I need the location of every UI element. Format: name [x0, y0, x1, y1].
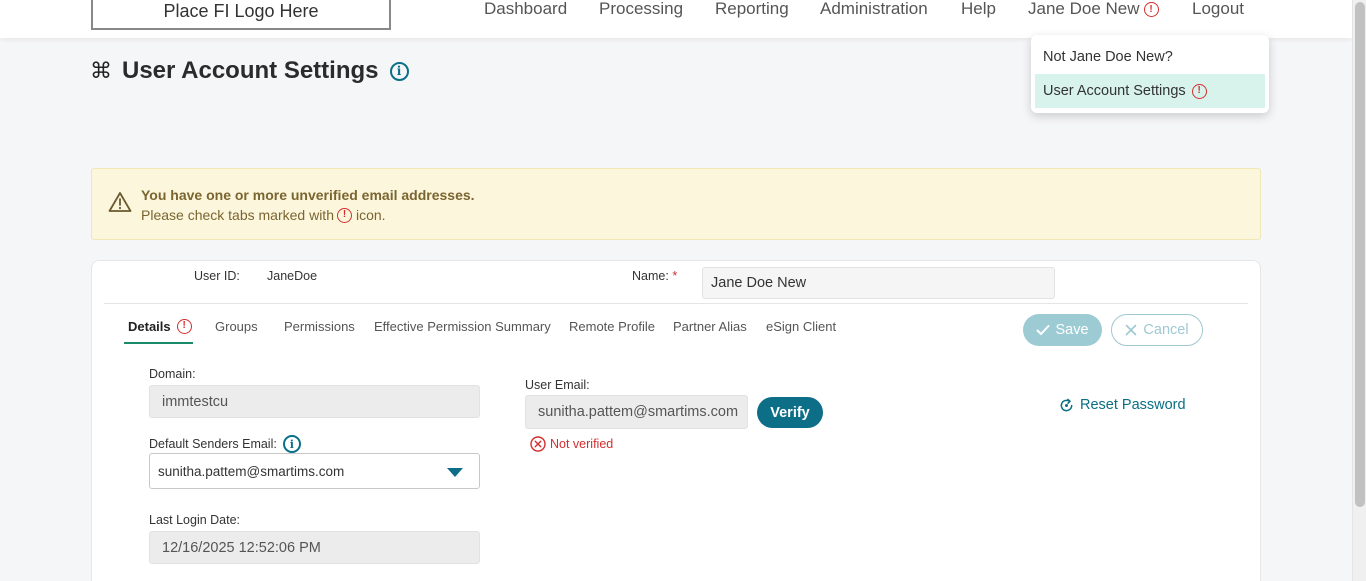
- tab-details[interactable]: Details!: [128, 316, 192, 336]
- verify-button[interactable]: Verify: [757, 397, 823, 428]
- menu-item-label: User Account Settings: [1043, 83, 1186, 99]
- menu-item-user-account-settings[interactable]: User Account Settings!: [1035, 74, 1265, 108]
- nav-processing[interactable]: Processing: [599, 0, 683, 18]
- info-icon[interactable]: i: [389, 61, 409, 81]
- tab-partner-alias[interactable]: Partner Alias: [673, 316, 747, 336]
- user-dropdown-menu: Not Jane Doe New? User Account Settings!: [1031, 35, 1269, 113]
- nav-reporting[interactable]: Reporting: [715, 0, 789, 18]
- user-settings-card: User ID: JaneDoe Name: * Details! Groups…: [91, 260, 1261, 581]
- default-senders-email-label: Default Senders Email:: [149, 437, 277, 451]
- last-login-label: Last Login Date:: [149, 513, 241, 527]
- user-id-value: JaneDoe: [267, 269, 318, 283]
- unverified-email-alert: You have one or more unverified email ad…: [91, 168, 1261, 240]
- error-circle-x-icon: [530, 436, 546, 452]
- reset-arrow-icon: [1060, 398, 1073, 411]
- active-tab-indicator: [124, 342, 193, 344]
- menu-item-label: Not Jane Doe New?: [1043, 49, 1173, 65]
- menu-item-not-user[interactable]: Not Jane Doe New?: [1035, 40, 1265, 74]
- tab-permissions[interactable]: Permissions: [284, 316, 355, 336]
- page-scrollbar[interactable]: [1352, 0, 1366, 581]
- info-icon[interactable]: i: [282, 435, 301, 453]
- scrollbar-thumb[interactable]: [1355, 2, 1365, 507]
- nav-administration[interactable]: Administration: [820, 0, 928, 18]
- command-icon: ⌘: [90, 58, 112, 83]
- not-verified-text: Not verified: [550, 437, 614, 451]
- email-verification-status: Not verified: [530, 436, 613, 452]
- user-id-label: User ID:: [194, 269, 240, 283]
- close-icon: [1126, 324, 1137, 336]
- user-email-field[interactable]: [525, 395, 748, 429]
- alert-text-after: icon.: [355, 207, 386, 223]
- name-label: Name: *: [632, 269, 678, 283]
- tab-esign-client[interactable]: eSign Client: [766, 316, 836, 336]
- default-senders-email-select[interactable]: sunitha.pattem@smartims.com: [149, 453, 480, 489]
- domain-field: [149, 385, 480, 418]
- default-senders-email-label-row: Default Senders Email: i: [149, 435, 301, 453]
- user-name-label: Jane Doe New: [1028, 0, 1140, 18]
- tab-effective-permission-summary[interactable]: Effective Permission Summary: [374, 316, 551, 336]
- selected-value: sunitha.pattem@smartims.com: [158, 463, 345, 479]
- nav-user-menu[interactable]: Jane Doe New!: [1028, 0, 1159, 18]
- tab-remote-profile[interactable]: Remote Profile: [569, 316, 655, 336]
- logo-placeholder: Place FI Logo Here: [91, 0, 391, 30]
- alert-text-before: Please check tabs marked with: [141, 207, 334, 223]
- header-divider: [104, 303, 1248, 304]
- tab-groups[interactable]: Groups: [215, 316, 258, 336]
- name-input[interactable]: [702, 267, 1055, 299]
- nav-help[interactable]: Help: [961, 0, 996, 18]
- page-title: User Account Settings: [122, 57, 379, 84]
- page-header: ⌘ User Account Settings i: [90, 56, 409, 86]
- reset-password-label: Reset Password: [1080, 397, 1186, 413]
- warning-exclamation-icon: !: [1191, 83, 1207, 99]
- warning-triangle-icon: [108, 192, 132, 212]
- alert-message: Please check tabs marked with ! icon.: [141, 207, 386, 223]
- domain-label: Domain:: [149, 367, 196, 381]
- last-login-field: [149, 531, 480, 564]
- reset-password-link[interactable]: Reset Password: [1059, 397, 1186, 413]
- user-email-label: User Email:: [525, 378, 590, 392]
- cancel-label: Cancel: [1143, 322, 1189, 338]
- tab-label: Details: [128, 318, 171, 334]
- save-button[interactable]: Save: [1023, 314, 1102, 346]
- cancel-button[interactable]: Cancel: [1111, 314, 1203, 346]
- warning-exclamation-icon: !: [1143, 2, 1159, 18]
- required-asterisk: *: [672, 269, 678, 283]
- warning-exclamation-icon: !: [176, 318, 192, 334]
- checkmark-icon: [1036, 325, 1050, 335]
- nav-logout[interactable]: Logout: [1192, 0, 1244, 18]
- top-nav: Place FI Logo Here Dashboard Processing …: [0, 0, 1352, 38]
- alert-title: You have one or more unverified email ad…: [141, 187, 475, 203]
- save-label: Save: [1055, 322, 1089, 338]
- warning-exclamation-icon: !: [336, 207, 352, 223]
- nav-dashboard[interactable]: Dashboard: [484, 0, 567, 18]
- chevron-down-icon: [447, 468, 463, 477]
